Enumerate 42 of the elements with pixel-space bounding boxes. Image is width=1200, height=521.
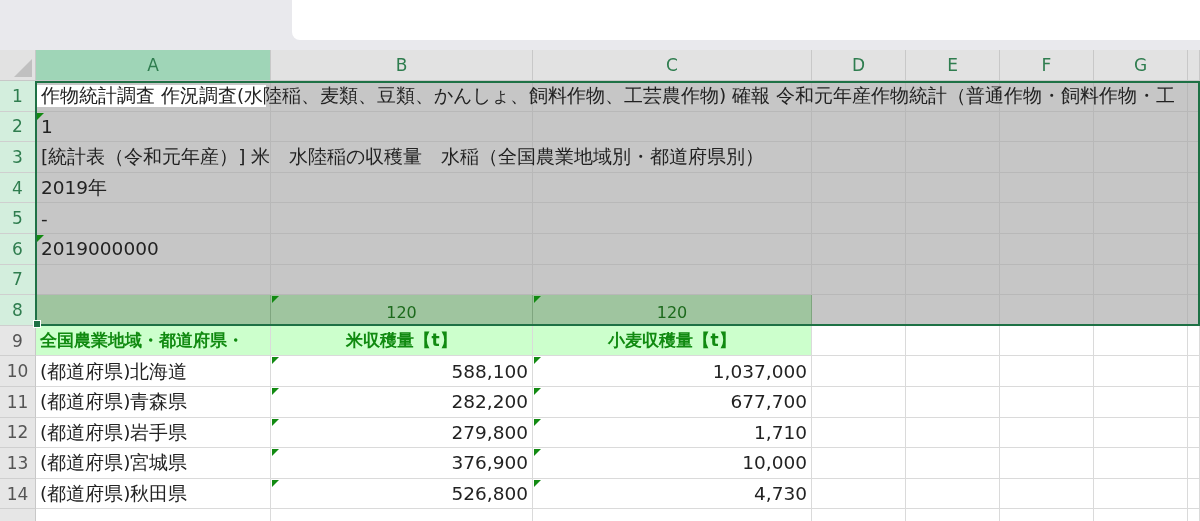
cell-text: 2019000000 <box>41 238 159 261</box>
cell-text: - <box>41 207 48 230</box>
table-cell: 10,000 <box>533 448 812 479</box>
table-cell: 677,700 <box>533 386 812 418</box>
column-header[interactable]: D <box>812 50 906 80</box>
row-header[interactable]: 10 <box>0 356 36 387</box>
row-header[interactable]: 11 <box>0 386 36 418</box>
table-cell: 120 <box>533 295 812 326</box>
cell-text: 1 <box>41 115 53 138</box>
column-header[interactable]: C <box>533 50 812 80</box>
row-header[interactable]: 3 <box>0 142 36 173</box>
table-cell: (都道府県)青森県 <box>36 386 271 418</box>
row-header[interactable]: 14 <box>0 478 36 510</box>
table-cell: (都道府県)宮城県 <box>36 448 271 479</box>
table-cell: 282,200 <box>271 386 533 418</box>
row-header[interactable]: 12 <box>0 417 36 449</box>
table-cell: 小麦収穫量【t】 <box>533 325 812 357</box>
cell-text: 作物統計調査 作況調査(水陸稲、麦類、豆類、かんしょ、飼料作物、工芸農作物) 確報 令和元年産作物統計（普通作物・飼料作物・工 <box>37 85 1176 108</box>
table-cell: (都道府県)北海道 <box>36 356 271 387</box>
table-cell: 376,900 <box>271 448 533 479</box>
row-header[interactable]: 7 <box>0 264 36 296</box>
row-header[interactable]: 5 <box>0 203 36 234</box>
row-header[interactable]: 4 <box>0 172 36 204</box>
column-header[interactable]: A <box>36 50 271 80</box>
fill-handle[interactable] <box>33 319 41 328</box>
row-header[interactable]: 9 <box>0 325 36 357</box>
row-header[interactable]: 8 <box>0 295 36 326</box>
row-header[interactable]: 1 <box>0 81 36 112</box>
table-cell: 1,037,000 <box>533 356 812 387</box>
column-header[interactable]: B <box>271 50 533 80</box>
row-header[interactable]: 6 <box>0 233 36 265</box>
table-cell: 全国農業地域・都道府県・ <box>36 325 271 357</box>
cell-text: [統計表（令和元年産）] 米 水陸稲の収穫量 水稲（全国農業地域別・都道府県別） <box>41 146 765 169</box>
cell-text: 2019年 <box>41 177 108 200</box>
table-cell: 120 <box>271 295 533 326</box>
column-header[interactable]: E <box>906 50 1000 80</box>
column-header[interactable]: F <box>1000 50 1094 80</box>
column-header[interactable]: G <box>1094 50 1188 80</box>
table-cell: 米収穫量【t】 <box>271 325 533 357</box>
row-header[interactable]: 13 <box>0 448 36 479</box>
row-header[interactable]: 2 <box>0 111 36 143</box>
table-cell: 588,100 <box>271 356 533 387</box>
